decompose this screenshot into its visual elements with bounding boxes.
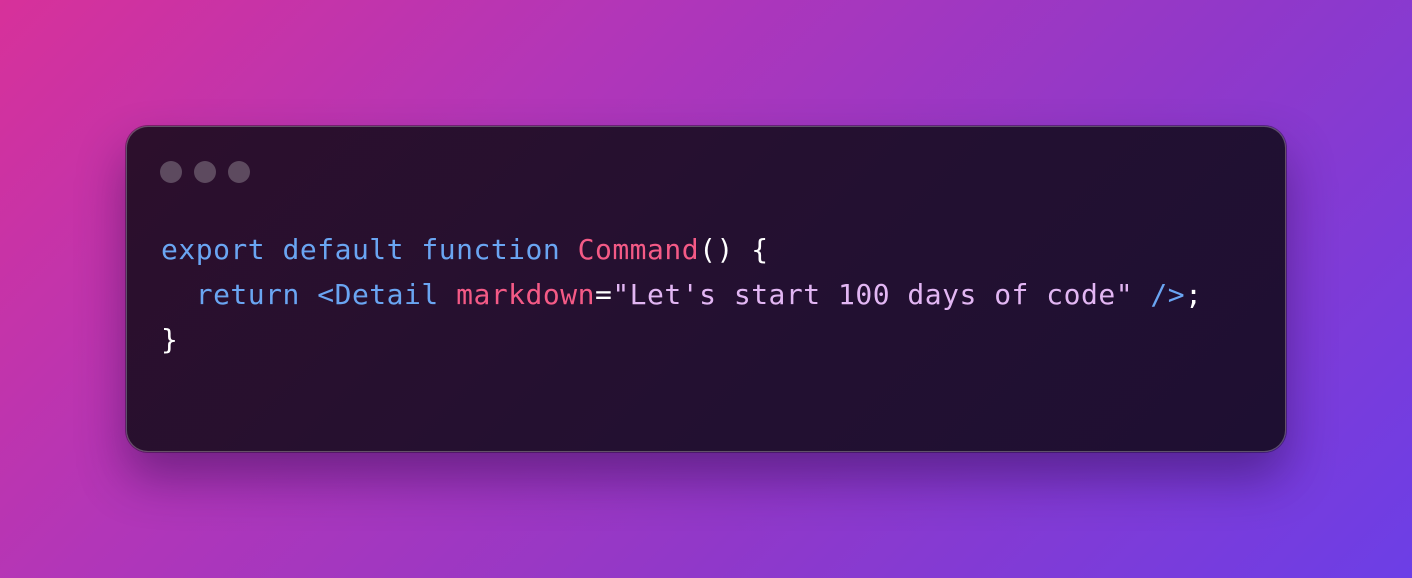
keyword-function: function [421,233,561,266]
code-line-1: export default function Command() { [161,227,1203,272]
minimize-dot[interactable] [194,161,216,183]
function-name: Command [577,233,700,266]
close-dot[interactable] [160,161,182,183]
code-line-3: } [161,317,1203,362]
jsx-tag-open: <Detail [317,278,439,311]
brace-open: { [751,233,769,266]
jsx-attribute-value: "Let's start 100 days of code" [612,278,1134,311]
keyword-export: export [161,233,266,266]
brace-close: } [161,323,179,356]
jsx-tag-close: /> [1150,278,1186,311]
keyword-default: default [282,233,405,266]
code-window: export default function Command() { retu… [126,126,1286,452]
jsx-equals: = [594,278,613,311]
semicolon: ; [1185,278,1203,311]
keyword-return: return [195,278,300,311]
code-line-2: return <Detail markdown="Let's start 100… [161,272,1203,317]
function-parens: () [699,233,734,266]
jsx-attribute-name: markdown [456,278,595,311]
maximize-dot[interactable] [228,161,250,183]
window-controls [160,161,250,183]
code-block: export default function Command() { retu… [161,227,1203,362]
